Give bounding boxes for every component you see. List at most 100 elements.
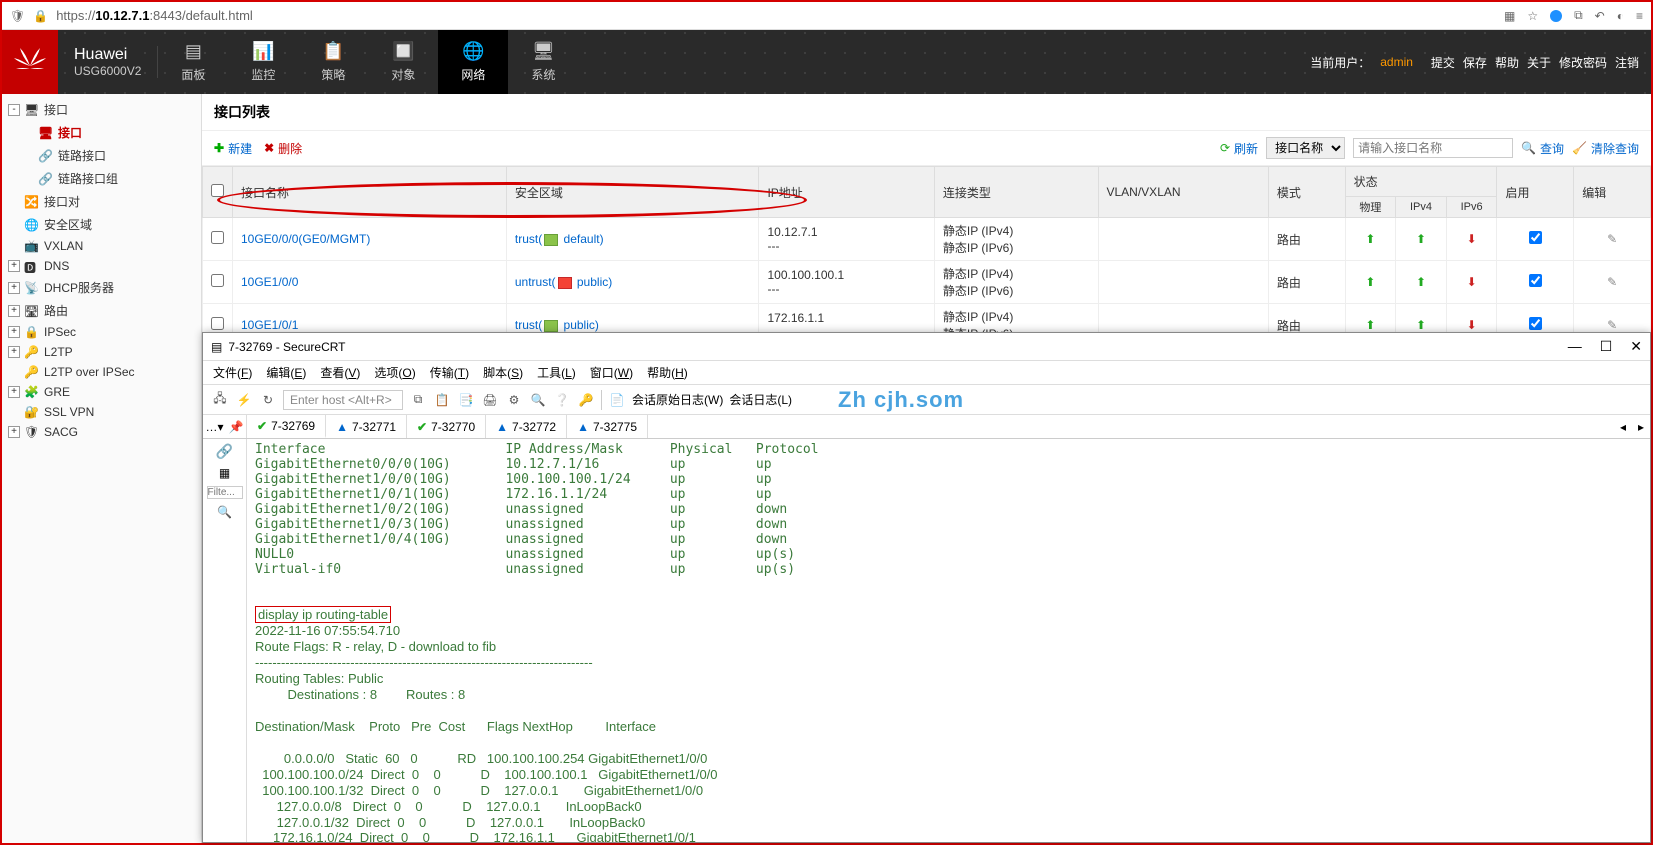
new-button[interactable]: ✚新建 bbox=[214, 140, 252, 157]
grid-icon[interactable]: ▦ bbox=[219, 466, 230, 480]
help-icon[interactable]: ❔ bbox=[553, 391, 571, 409]
nav-tab-dashboard[interactable]: ▤面板 bbox=[158, 30, 228, 94]
row-checkbox[interactable] bbox=[211, 274, 224, 287]
minimize-button[interactable]: — bbox=[1568, 338, 1582, 355]
enable-checkbox[interactable] bbox=[1529, 231, 1542, 244]
zone-link[interactable]: trust( public) bbox=[515, 318, 599, 332]
log-raw-icon[interactable]: 📄 bbox=[608, 391, 626, 409]
quick-connect-icon[interactable]: ⚡ bbox=[235, 391, 253, 409]
gear-icon[interactable]: ⚙ bbox=[505, 391, 523, 409]
crt-menu-item[interactable]: 工具(L) bbox=[537, 364, 576, 381]
crt-session-tab[interactable]: ▲7-32772 bbox=[486, 415, 567, 438]
col-mode[interactable]: 模式 bbox=[1268, 167, 1345, 218]
sidebar-item[interactable]: 🔀接口对 bbox=[2, 190, 201, 213]
crt-session-tab[interactable]: ✔7-32770 bbox=[407, 415, 486, 438]
crt-menu-item[interactable]: 编辑(E) bbox=[266, 364, 306, 381]
col-name[interactable]: 接口名称 bbox=[233, 167, 507, 218]
bookmark-icon[interactable]: ☆ bbox=[1527, 9, 1538, 23]
pin-icon[interactable]: 📌 bbox=[229, 420, 244, 434]
crt-session-tab[interactable]: ✔7-32769 bbox=[247, 415, 326, 438]
host-input[interactable]: Enter host <Alt+R> bbox=[283, 390, 403, 410]
zone-link[interactable]: trust( default) bbox=[515, 232, 604, 246]
connect-icon[interactable]: 🖧 bbox=[211, 391, 229, 409]
select-all-checkbox[interactable] bbox=[211, 184, 224, 197]
nav-tab-system[interactable]: 🖥系统 bbox=[508, 30, 578, 94]
interface-link[interactable]: 10GE0/0/0(GE0/MGMT) bbox=[241, 232, 370, 246]
sidebar-item[interactable]: 🔗链路接口组 bbox=[2, 167, 201, 190]
filter-input[interactable] bbox=[207, 486, 243, 499]
enable-checkbox[interactable] bbox=[1529, 274, 1542, 287]
row-checkbox[interactable] bbox=[211, 317, 224, 330]
log-label[interactable]: 会话日志(L) bbox=[729, 391, 792, 408]
sidebar-item[interactable]: +🛣路由 bbox=[2, 299, 201, 322]
sidebar-item[interactable]: 🔑L2TP over IPSec bbox=[2, 362, 201, 382]
nav-tab-monitor[interactable]: 📊监控 bbox=[228, 30, 298, 94]
reconnect-icon[interactable]: ↻ bbox=[259, 391, 277, 409]
tree-toggle-icon[interactable]: + bbox=[8, 386, 20, 398]
header-link[interactable]: 修改密码 bbox=[1559, 56, 1607, 70]
crt-menu-item[interactable]: 文件(F) bbox=[213, 364, 252, 381]
key-icon[interactable]: 🔑 bbox=[577, 391, 595, 409]
col-enable[interactable]: 启用 bbox=[1497, 167, 1574, 218]
header-link[interactable]: 保存 bbox=[1463, 56, 1487, 70]
nav-tab-object[interactable]: 🔲对象 bbox=[368, 30, 438, 94]
sidebar-item[interactable]: 🌐安全区域 bbox=[2, 213, 201, 236]
back-icon[interactable]: ↶ bbox=[1595, 9, 1605, 23]
header-link[interactable]: 帮助 bbox=[1495, 56, 1519, 70]
crt-menubar[interactable]: 文件(F)编辑(E)查看(V)选项(O)传输(T)脚本(S)工具(L)窗口(W)… bbox=[203, 361, 1650, 385]
tree-toggle-icon[interactable]: + bbox=[8, 426, 20, 438]
sidebar-item[interactable]: +📡DHCP服务器 bbox=[2, 276, 201, 299]
zone-link[interactable]: untrust( public) bbox=[515, 275, 612, 289]
tree-toggle-icon[interactable]: + bbox=[8, 305, 20, 317]
clear-query-button[interactable]: 🧹清除查询 bbox=[1572, 140, 1639, 157]
find-icon[interactable]: 🔍 bbox=[529, 391, 547, 409]
tree-toggle-icon[interactable]: + bbox=[8, 282, 20, 294]
sidebar-item[interactable]: +🧩GRE bbox=[2, 382, 201, 402]
header-link[interactable]: 提交 bbox=[1431, 56, 1455, 70]
options-icon[interactable]: 📑 bbox=[457, 391, 475, 409]
puzzle-icon[interactable]: ⧉ bbox=[1574, 8, 1583, 23]
tree-toggle-icon[interactable]: - bbox=[8, 104, 20, 116]
crt-menu-item[interactable]: 窗口(W) bbox=[590, 364, 633, 381]
col-conn[interactable]: 连接类型 bbox=[934, 167, 1098, 218]
crt-menu-item[interactable]: 帮助(H) bbox=[647, 364, 688, 381]
sidebar-item[interactable]: 🔐SSL VPN bbox=[2, 402, 201, 422]
maximize-button[interactable]: ☐ bbox=[1600, 338, 1613, 355]
delete-button[interactable]: ✖删除 bbox=[264, 140, 302, 157]
tree-toggle-icon[interactable]: + bbox=[8, 346, 20, 358]
sidebar-item[interactable]: -🖥接口 bbox=[2, 98, 201, 121]
tree-toggle-icon[interactable]: + bbox=[8, 326, 20, 338]
menu-icon[interactable]: ≡ bbox=[1636, 9, 1643, 23]
copy-icon[interactable]: ⧉ bbox=[409, 391, 427, 409]
query-button[interactable]: 🔍查询 bbox=[1521, 140, 1564, 157]
qr-icon[interactable]: ▦ bbox=[1504, 9, 1515, 23]
crt-menu-item[interactable]: 传输(T) bbox=[430, 364, 469, 381]
crt-menu-item[interactable]: 选项(O) bbox=[374, 364, 415, 381]
refresh-button[interactable]: ⟳刷新 bbox=[1220, 140, 1258, 157]
col-ip[interactable]: IP地址 bbox=[759, 167, 934, 218]
tab-scroll-right-icon[interactable]: ▸ bbox=[1632, 420, 1650, 434]
paste-icon[interactable]: 📋 bbox=[433, 391, 451, 409]
crt-terminal[interactable]: Interface IP Address/Mask Physical Proto… bbox=[247, 439, 1650, 842]
sidebar-item[interactable]: 📺VXLAN bbox=[2, 236, 201, 256]
nav-tab-policy[interactable]: 📋策略 bbox=[298, 30, 368, 94]
header-link[interactable]: 注销 bbox=[1615, 56, 1639, 70]
print-icon[interactable]: 🖨 bbox=[481, 391, 499, 409]
link-icon[interactable]: 🔗 bbox=[216, 443, 233, 460]
crt-session-tab[interactable]: ▲7-32771 bbox=[326, 415, 407, 438]
sidebar-item[interactable]: 🖥接口 bbox=[2, 121, 201, 144]
close-button[interactable]: ✕ bbox=[1630, 338, 1642, 355]
log-raw-label[interactable]: 会话原始日志(W) bbox=[632, 391, 723, 408]
search-small-icon[interactable]: 🔍 bbox=[217, 505, 232, 519]
interface-link[interactable]: 10GE1/0/1 bbox=[241, 318, 298, 332]
col-zone[interactable]: 安全区域 bbox=[506, 167, 759, 218]
tab-scroll-left-icon[interactable]: ◂ bbox=[1614, 420, 1632, 434]
edit-icon[interactable]: ✎ bbox=[1607, 318, 1617, 332]
tree-toggle-icon[interactable]: + bbox=[8, 260, 20, 272]
interface-link[interactable]: 10GE1/0/0 bbox=[241, 275, 298, 289]
filter-field-select[interactable]: 接口名称 bbox=[1266, 137, 1345, 159]
sidebar-item[interactable]: +🛡SACG bbox=[2, 422, 201, 442]
search-input[interactable] bbox=[1353, 138, 1513, 158]
sidebar-item[interactable]: 🔗链路接口 bbox=[2, 144, 201, 167]
url-text[interactable]: https://10.12.7.1:8443/default.html bbox=[56, 8, 253, 23]
